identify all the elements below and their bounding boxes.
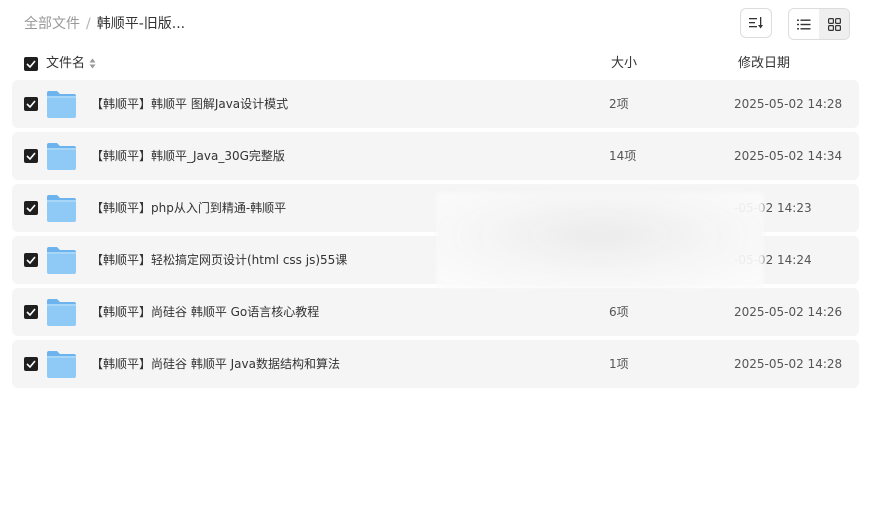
list-view-icon [797, 19, 811, 29]
file-name[interactable]: 【韩顺平】php从入门到精通-韩顺平 [91, 199, 286, 217]
checkmark-icon [26, 308, 36, 316]
grid-view-button[interactable] [819, 9, 849, 39]
select-all-checkbox[interactable] [24, 57, 38, 71]
folder-icon [47, 195, 76, 222]
table-row[interactable]: 【韩顺平】韩顺平 图解Java设计模式 2项 2025-05-02 14:28 [12, 80, 859, 128]
table-row[interactable]: 【韩顺平】尚硅谷 韩顺平 Java数据结构和算法 1项 2025-05-02 1… [12, 340, 859, 388]
header-name[interactable]: 文件名 [46, 55, 96, 73]
blurred-region [436, 192, 764, 288]
checkmark-icon [26, 100, 36, 108]
list-view-button[interactable] [789, 9, 819, 39]
file-size: 1项 [609, 357, 629, 371]
file-name[interactable]: 【韩顺平】尚硅谷 韩顺平 Java数据结构和算法 [91, 355, 340, 373]
file-date: 2025-05-02 14:34 [734, 149, 843, 163]
checkmark-icon [26, 204, 36, 212]
sort-button[interactable] [740, 8, 772, 38]
file-date: 2025-05-02 14:28 [734, 97, 843, 111]
folder-icon [47, 351, 76, 378]
header-size[interactable]: 大小 [611, 55, 637, 73]
folder-icon [47, 247, 76, 274]
file-name[interactable]: 【韩顺平】尚硅谷 韩顺平 Go语言核心教程 [91, 303, 319, 321]
sort-lines-icon [749, 17, 763, 29]
folder-icon [47, 91, 76, 118]
file-size: 14项 [609, 149, 637, 163]
row-checkbox[interactable] [24, 201, 38, 215]
row-checkbox[interactable] [24, 149, 38, 163]
breadcrumb-root[interactable]: 全部文件 [24, 16, 80, 32]
checkmark-icon [26, 256, 36, 264]
header-modified[interactable]: 修改日期 [738, 55, 790, 73]
file-name[interactable]: 【韩顺平】韩顺平 图解Java设计模式 [91, 95, 288, 113]
row-checkbox[interactable] [24, 97, 38, 111]
breadcrumb-separator: / [86, 16, 91, 32]
sort-arrows-icon [89, 58, 96, 69]
row-checkbox[interactable] [24, 305, 38, 319]
breadcrumb: 全部文件 / 韩顺平-旧版... [24, 14, 185, 34]
file-browser: 全部文件 / 韩顺平-旧版... 文件名 大小 修改日期 【韩顺平】韩顺平 图解… [0, 0, 874, 514]
file-date: 2025-05-02 14:26 [734, 305, 843, 319]
table-row[interactable]: 【韩顺平】韩顺平_Java_30G完整版 14项 2025-05-02 14:3… [12, 132, 859, 180]
breadcrumb-current: 韩顺平-旧版... [96, 16, 186, 32]
checkmark-icon [26, 60, 36, 68]
row-checkbox[interactable] [24, 357, 38, 371]
file-name[interactable]: 【韩顺平】韩顺平_Java_30G完整版 [91, 147, 285, 165]
table-row[interactable]: 【韩顺平】尚硅谷 韩顺平 Go语言核心教程 6项 2025-05-02 14:2… [12, 288, 859, 336]
folder-icon [47, 299, 76, 326]
grid-view-icon [827, 17, 841, 31]
table-header: 文件名 大小 修改日期 [12, 50, 859, 78]
file-name[interactable]: 【韩顺平】轻松搞定网页设计(html css js)55课 [91, 251, 347, 269]
file-date: 2025-05-02 14:28 [734, 357, 843, 371]
file-size: 2项 [609, 97, 629, 111]
top-bar: 全部文件 / 韩顺平-旧版... [0, 0, 874, 48]
checkmark-icon [26, 152, 36, 160]
row-checkbox[interactable] [24, 253, 38, 267]
view-toggle [788, 8, 850, 40]
file-size: 6项 [609, 305, 629, 319]
header-name-label: 文件名 [46, 56, 86, 71]
checkmark-icon [26, 360, 36, 368]
folder-icon [47, 143, 76, 170]
